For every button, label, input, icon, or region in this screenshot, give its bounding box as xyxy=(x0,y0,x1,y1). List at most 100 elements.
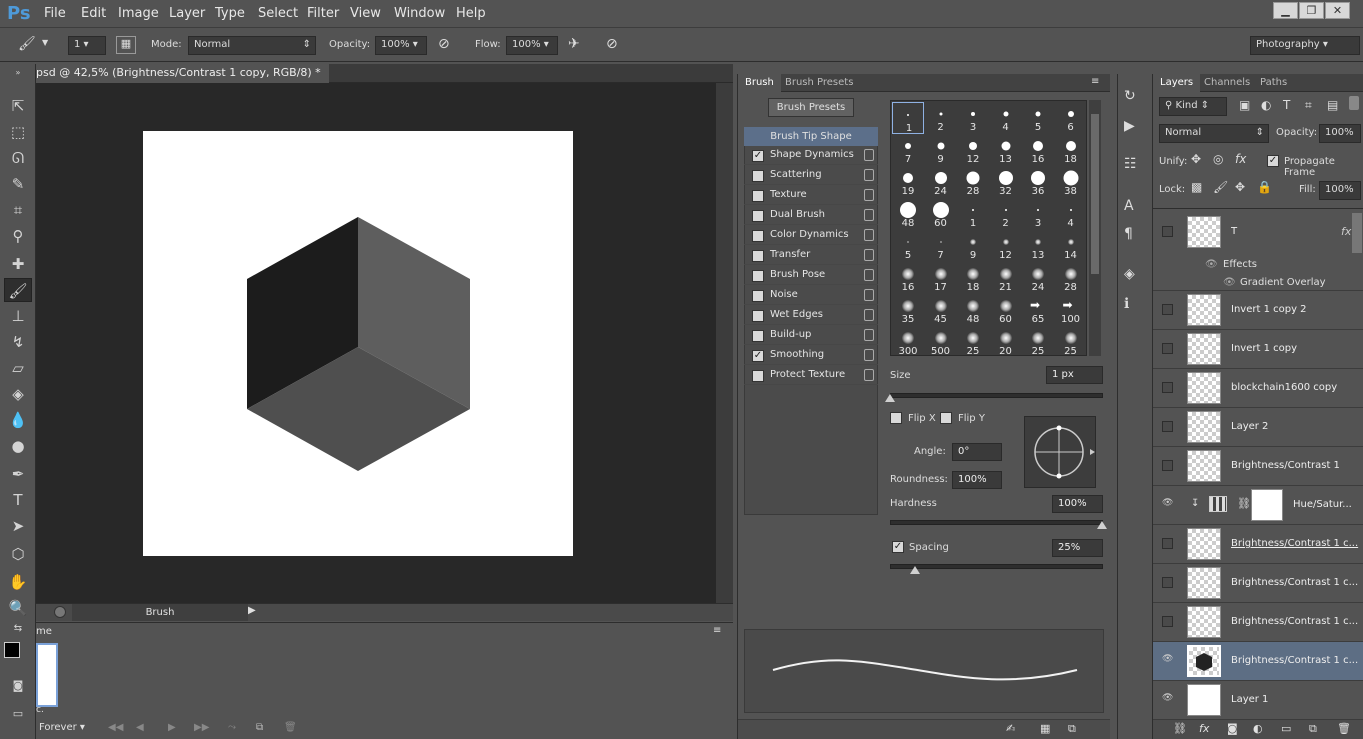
brush-tip[interactable]: 2 xyxy=(925,102,957,134)
layer-row-type[interactable]: T fx 👁 Effects 👁 Gradient Overlay xyxy=(1153,213,1363,291)
brush-tip[interactable]: ➡ 65 xyxy=(1022,294,1054,326)
brush-option-checkbox[interactable] xyxy=(752,170,764,182)
first-frame-icon[interactable]: ◀◀ xyxy=(108,722,123,733)
layer-name[interactable]: Layer 1 xyxy=(1231,694,1361,705)
lock-icon[interactable] xyxy=(864,169,874,181)
type-filter-icon[interactable]: T xyxy=(1283,98,1290,112)
brush-tip[interactable]: 25 xyxy=(1055,326,1087,355)
brush-tip[interactable]: 25 xyxy=(957,326,989,355)
filter-toggle-icon[interactable] xyxy=(1349,96,1359,110)
gradient-eye-icon[interactable]: 👁 xyxy=(1223,277,1236,288)
brush-tip[interactable]: 38 xyxy=(1055,166,1087,198)
lock-icon[interactable] xyxy=(864,289,874,301)
brush-tip[interactable]: 5 xyxy=(892,230,924,262)
flow-field[interactable]: 100% ▾ xyxy=(506,36,558,55)
layer-visibility-toggle[interactable] xyxy=(1162,538,1173,549)
brush-option-checkbox[interactable] xyxy=(752,230,764,242)
tween-icon[interactable]: ⤳ xyxy=(228,722,236,733)
layer-visibility-toggle[interactable] xyxy=(1162,382,1173,393)
lock-icon[interactable] xyxy=(864,249,874,261)
brush-tip-shape-item[interactable]: Brush Tip Shape xyxy=(744,127,878,146)
duplicate-frame-icon[interactable]: ⧉ xyxy=(256,722,263,733)
canvas-vertical-scrollbar[interactable] xyxy=(716,83,733,603)
brush-tip[interactable]: 12 xyxy=(990,230,1022,262)
shape-tool-icon[interactable]: ⬡ xyxy=(4,542,32,566)
tab-brush[interactable]: Brush xyxy=(738,74,781,92)
menu-type[interactable]: Type xyxy=(215,6,245,21)
brush-tip[interactable]: 7 xyxy=(892,134,924,166)
grid-view-icon[interactable]: ▦ xyxy=(1040,722,1050,735)
layer-fx-icon[interactable]: fx xyxy=(1341,225,1351,238)
play-icon[interactable]: ▶ xyxy=(168,722,176,733)
quick-select-tool-icon[interactable]: ✎ xyxy=(4,172,32,196)
brush-tip[interactable]: 24 xyxy=(925,166,957,198)
unify-position-icon[interactable]: ✥ xyxy=(1191,152,1201,166)
roundness-field[interactable]: 100% xyxy=(952,471,1002,489)
menu-select[interactable]: Select xyxy=(258,6,298,21)
brush-toggle-icon[interactable]: ✍ xyxy=(1006,722,1015,735)
lock-transparent-icon[interactable]: ▩ xyxy=(1191,180,1202,194)
unify-style-icon[interactable]: fx xyxy=(1235,152,1246,166)
brush-tip[interactable]: 16 xyxy=(1022,134,1054,166)
brush-option-checkbox[interactable]: ✓ xyxy=(752,350,764,362)
frame-delay-label[interactable]: c. xyxy=(36,705,44,715)
eyedropper-tool-icon[interactable]: ⚲ xyxy=(4,224,32,248)
brush-tip[interactable]: 18 xyxy=(1055,134,1087,166)
document-canvas[interactable] xyxy=(143,131,573,556)
layer-visibility-toggle[interactable] xyxy=(1162,304,1173,315)
tip-grid-scrollbar[interactable] xyxy=(1089,100,1101,356)
brush-option-checkbox[interactable] xyxy=(752,270,764,282)
spacing-slider-thumb[interactable] xyxy=(910,566,920,574)
move-tool-icon[interactable]: ⇱ xyxy=(4,94,32,118)
layer-visibility-toggle[interactable] xyxy=(1162,226,1173,237)
brush-tip[interactable]: 300 xyxy=(892,326,924,355)
healing-brush-tool-icon[interactable]: ✚ xyxy=(4,252,32,276)
size-slider[interactable] xyxy=(890,393,1103,398)
brush-tip[interactable]: 35 xyxy=(892,294,924,326)
layer-row-hue-saturation[interactable]: 👁 ↧ ⛓ Hue/Satur... xyxy=(1153,486,1363,525)
lasso-tool-icon[interactable]: ᘏ xyxy=(4,146,32,170)
brush-tip[interactable]: 48 xyxy=(892,198,924,230)
brush-option-checkbox[interactable] xyxy=(752,290,764,302)
brush-option-checkbox[interactable]: ✓ xyxy=(752,150,764,162)
status-menu-arrow-icon[interactable]: ▶ xyxy=(248,605,256,616)
brush-option-row[interactable]: Protect Texture xyxy=(744,366,878,385)
workspace-switcher[interactable]: Photography ▾ xyxy=(1250,36,1360,55)
angle-roundness-widget[interactable] xyxy=(1024,416,1096,488)
spacing-field[interactable]: 25% xyxy=(1052,539,1103,557)
layer-name[interactable]: Invert 1 copy xyxy=(1231,343,1361,354)
brush-tool-icon[interactable]: 🖌 xyxy=(4,278,32,302)
tab-brush-presets[interactable]: Brush Presets xyxy=(778,74,860,92)
clone-stamp-tool-icon[interactable]: ⊥ xyxy=(4,304,32,328)
brush-tip[interactable]: 13 xyxy=(990,134,1022,166)
brush-option-row[interactable]: ✓ Shape Dynamics xyxy=(744,146,878,165)
path-select-tool-icon[interactable]: ➤ xyxy=(4,514,32,538)
delete-layer-icon[interactable]: 🗑 xyxy=(1337,722,1351,735)
layer-row-selected[interactable]: 👁 Brightness/Contrast 1 c... xyxy=(1153,642,1363,681)
layer-visibility-eye-icon[interactable]: 👁 xyxy=(1162,499,1173,510)
brush-tip[interactable]: 12 xyxy=(957,134,989,166)
brush-tip[interactable]: 20 xyxy=(990,326,1022,355)
history-panel-icon[interactable]: ↻ xyxy=(1124,88,1136,104)
flip-y-checkbox[interactable] xyxy=(940,412,952,424)
lock-icon[interactable] xyxy=(864,369,874,381)
brush-tip[interactable]: 13 xyxy=(1022,230,1054,262)
brush-option-checkbox[interactable] xyxy=(752,250,764,262)
mode-select[interactable]: Normal ⇕ xyxy=(188,36,316,55)
brush-tip[interactable]: 18 xyxy=(957,262,989,294)
hardness-slider[interactable] xyxy=(890,520,1103,525)
link-layers-icon[interactable]: ⛓ xyxy=(1173,722,1187,735)
brush-tip[interactable]: 60 xyxy=(925,198,957,230)
layer-visibility-toggle[interactable] xyxy=(1162,421,1173,432)
swap-colors-icon[interactable]: ⇆ xyxy=(4,622,32,636)
layer-row[interactable]: Brightness/Contrast 1 c... xyxy=(1153,564,1363,603)
new-group-icon[interactable]: ▭ xyxy=(1281,722,1291,735)
history-brush-tool-icon[interactable]: ↯ xyxy=(4,330,32,354)
lock-icon[interactable] xyxy=(864,329,874,341)
layer-visibility-toggle[interactable] xyxy=(1162,616,1173,627)
effects-eye-icon[interactable]: 👁 xyxy=(1205,259,1218,270)
timeline-menu-icon[interactable]: ≡ xyxy=(713,625,721,636)
brush-tip[interactable]: 14 xyxy=(1055,230,1087,262)
prev-frame-icon[interactable]: ◀ xyxy=(136,722,144,733)
brush-size-picker[interactable]: 1 ▾ xyxy=(68,36,106,55)
